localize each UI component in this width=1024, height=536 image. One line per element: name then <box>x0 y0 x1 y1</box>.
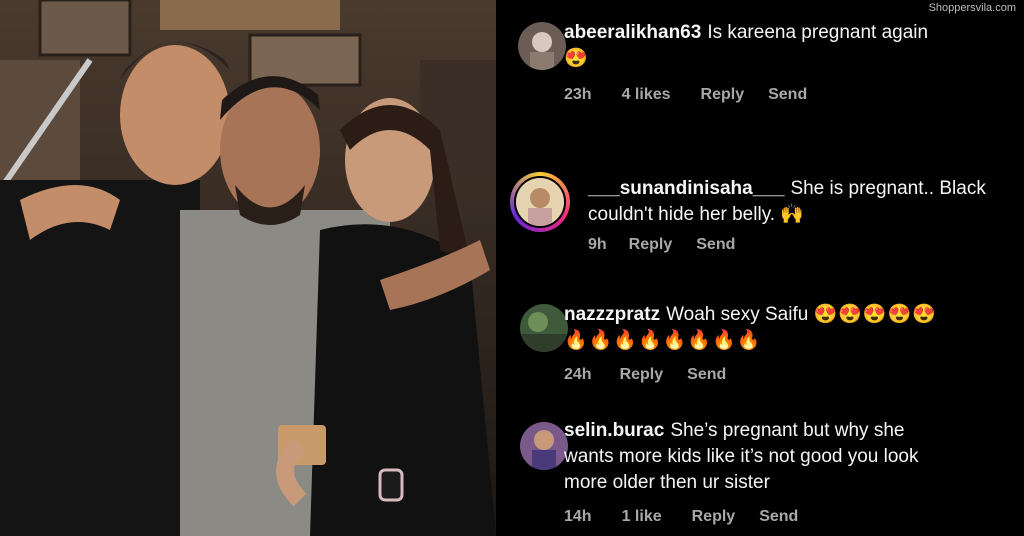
comment-text-line-2: couldn't hide her belly. 🙌 <box>588 204 804 225</box>
comment-time: 24h <box>564 366 592 383</box>
comment-item: nazzzpratz Woah sexy Saifu 😍😍😍😍😍 🔥🔥🔥🔥🔥🔥🔥🔥… <box>496 290 1024 400</box>
send-button[interactable]: Send <box>696 236 735 254</box>
comment-text-line-2: wants more kids like it’s not good you l… <box>564 446 919 467</box>
comment-meta: 24h Reply Send <box>564 366 726 384</box>
send-button[interactable]: Send <box>687 366 726 384</box>
send-button[interactable]: Send <box>759 508 798 526</box>
user-avatar-icon[interactable] <box>518 22 566 70</box>
comment-meta: 9h Reply Send <box>588 236 735 254</box>
celebrity-photo <box>0 0 496 536</box>
comment-time: 23h <box>564 86 592 103</box>
comment-text-line-3: more older then ur sister <box>564 472 770 493</box>
comment-likes[interactable]: 1 like <box>622 508 662 526</box>
comment-meta: 23h 4 likes Reply Send <box>564 86 807 104</box>
comment-item: abeeralikhan63 Is kareena pregnant again … <box>496 0 1024 120</box>
reply-button[interactable]: Reply <box>701 86 745 104</box>
reply-button[interactable]: Reply <box>629 236 673 254</box>
reply-button[interactable]: Reply <box>620 366 664 384</box>
comment-text: She is pregnant.. Black <box>790 178 986 199</box>
user-avatar-icon[interactable] <box>520 422 568 470</box>
comment-text: Woah sexy Saifu <box>666 304 809 325</box>
comment-body: nazzzpratz Woah sexy Saifu 😍😍😍😍😍 🔥🔥🔥🔥🔥🔥🔥🔥 <box>564 302 1014 354</box>
comment-emoji: 😍😍😍😍😍 <box>813 304 937 325</box>
user-avatar-icon[interactable] <box>520 304 568 352</box>
comment-username[interactable]: nazzzpratz <box>564 304 660 325</box>
comment-username[interactable]: selin.burac <box>564 420 664 441</box>
comment-body: ___sunandinisaha___ She is pregnant.. Bla… <box>588 176 1018 228</box>
comment-time: 14h <box>564 508 592 525</box>
comment-username[interactable]: abeeralikhan63 <box>564 22 701 43</box>
comment-meta: 14h 1 like Reply Send <box>564 508 798 526</box>
comment-text: She’s pregnant but why she <box>670 420 905 441</box>
comment-likes[interactable]: 4 likes <box>622 86 671 104</box>
comment-item: selin.burac She’s pregnant but why she wa… <box>496 410 1024 536</box>
comment-emoji-row: 🔥🔥🔥🔥🔥🔥🔥🔥 <box>564 330 762 351</box>
comment-text: Is kareena pregnant again <box>707 22 929 43</box>
comment-emoji: 😍 <box>564 48 588 69</box>
comment-body: selin.burac She’s pregnant but why she wa… <box>564 418 1014 496</box>
reply-button[interactable]: Reply <box>692 508 736 526</box>
comments-panel: Shoppersvila.com abeeralikhan63 Is kareen… <box>496 0 1024 536</box>
comment-item: ___sunandinisaha___ She is pregnant.. Bla… <box>496 160 1024 270</box>
send-button[interactable]: Send <box>768 86 807 104</box>
comment-time: 9h <box>588 236 607 253</box>
comment-body: abeeralikhan63 Is kareena pregnant again … <box>564 20 1014 72</box>
comment-username[interactable]: ___sunandinisaha___ <box>588 178 784 199</box>
user-avatar-icon[interactable] <box>514 176 566 228</box>
